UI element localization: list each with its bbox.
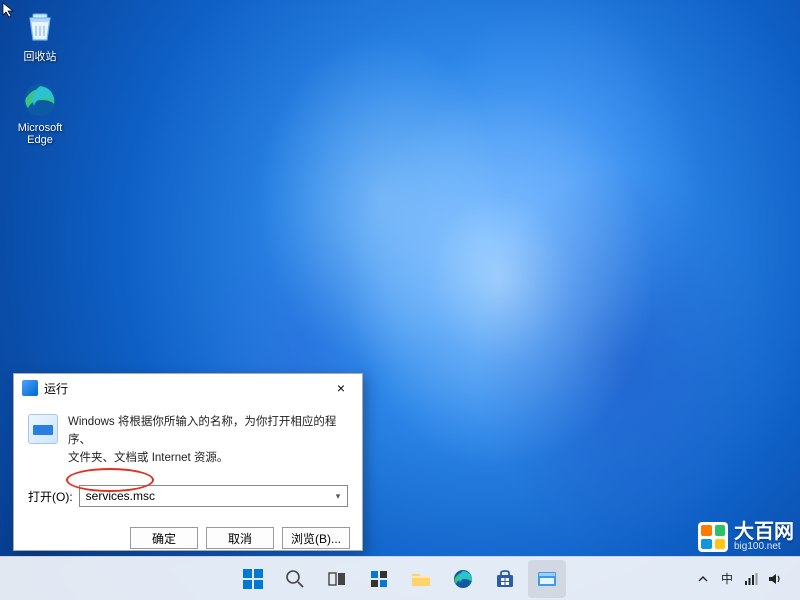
- chevron-down-icon[interactable]: ▾: [329, 491, 347, 502]
- taskbar-search-button[interactable]: [276, 560, 314, 598]
- taskbar-run-button[interactable]: [528, 560, 566, 598]
- desktop-icon-edge[interactable]: Microsoft Edge: [6, 80, 74, 146]
- cancel-button[interactable]: 取消: [206, 527, 274, 549]
- close-icon: ×: [337, 380, 345, 396]
- browse-button[interactable]: 浏览(B)...: [282, 527, 350, 549]
- tray-sound-icon[interactable]: [764, 560, 786, 598]
- tray-show-desktop[interactable]: [788, 560, 796, 598]
- tray-ime-icon[interactable]: 中: [716, 560, 738, 598]
- ok-button[interactable]: 确定: [130, 527, 198, 549]
- run-dialog-icon: [28, 414, 58, 444]
- edge-icon: [20, 80, 60, 120]
- watermark: 大百网 big100.net: [698, 522, 794, 552]
- close-button[interactable]: ×: [320, 374, 362, 402]
- open-label: 打开(O):: [28, 488, 73, 505]
- desktop-icon-recycle-bin[interactable]: 回收站: [6, 6, 74, 64]
- taskbar-taskview-button[interactable]: [318, 560, 356, 598]
- open-input[interactable]: [80, 486, 329, 506]
- taskbar: 中: [0, 556, 800, 600]
- run-dialog-description: Windows 将根据你所输入的名称，为你打开相应的程序、 文件夹、文档或 In…: [68, 414, 348, 467]
- taskbar-start-button[interactable]: [234, 560, 272, 598]
- desktop-icon-label: Microsoft Edge: [6, 122, 74, 146]
- tray-network-icon[interactable]: [740, 560, 762, 598]
- watermark-logo-icon: [698, 522, 728, 552]
- taskbar-center: [234, 560, 566, 598]
- desktop-icon-label: 回收站: [24, 48, 57, 64]
- taskbar-widgets-button[interactable]: [360, 560, 398, 598]
- recycle-bin-icon: [20, 6, 60, 46]
- watermark-main-text: 大百网: [734, 522, 794, 542]
- watermark-sub-text: big100.net: [734, 542, 794, 552]
- run-dialog: 运行 × Windows 将根据你所输入的名称，为你打开相应的程序、 文件夹、文…: [13, 373, 363, 551]
- taskbar-explorer-button[interactable]: [402, 560, 440, 598]
- system-tray: 中: [692, 560, 796, 598]
- run-dialog-titlebar[interactable]: 运行 ×: [14, 374, 362, 402]
- tray-chevron-up-icon[interactable]: [692, 560, 714, 598]
- taskbar-edge-button[interactable]: [444, 560, 482, 598]
- run-dialog-title-icon: [22, 380, 38, 396]
- open-combobox[interactable]: ▾: [79, 485, 348, 507]
- run-dialog-title-text: 运行: [44, 380, 68, 397]
- taskbar-store-button[interactable]: [486, 560, 524, 598]
